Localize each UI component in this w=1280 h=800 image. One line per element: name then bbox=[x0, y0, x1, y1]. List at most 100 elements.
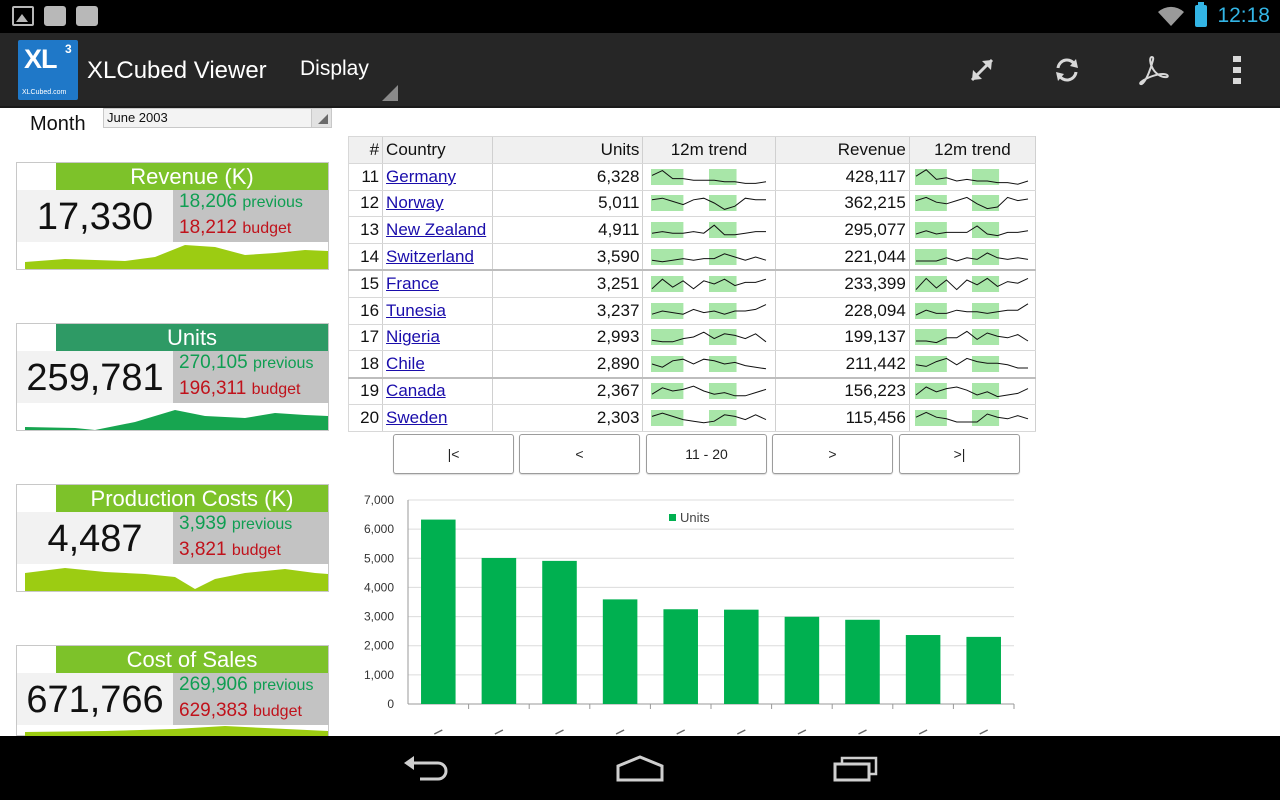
trend-band bbox=[651, 168, 684, 185]
row-units-trend bbox=[642, 297, 776, 325]
kpi-value: 17,330 bbox=[17, 190, 173, 242]
kpi-value: 671,766 bbox=[17, 673, 173, 725]
row-revenue-trend bbox=[908, 216, 1037, 245]
kpi-sparkline bbox=[25, 726, 328, 736]
row-units: 2,890 bbox=[492, 350, 643, 379]
bar bbox=[905, 635, 941, 704]
kpi-previous-value: 270,105 bbox=[179, 352, 248, 373]
x-tick-label-fragment bbox=[736, 729, 746, 735]
trend-band bbox=[915, 222, 948, 239]
table-row[interactable]: 18 Chile 2,890 211,442 bbox=[347, 350, 1037, 379]
last-page-button[interactable]: >| bbox=[899, 434, 1020, 474]
header-units[interactable]: Units bbox=[492, 136, 643, 164]
trend-band bbox=[709, 409, 737, 426]
row-rank: 12 bbox=[347, 190, 383, 218]
country-link[interactable]: Norway bbox=[386, 193, 444, 212]
kpi-comparison: 3,939 previous 3,821 budget bbox=[173, 512, 329, 564]
bar bbox=[724, 609, 759, 704]
kpi-sparkline bbox=[25, 245, 328, 269]
checkbox-notification-icon bbox=[44, 6, 66, 26]
trend-band bbox=[651, 302, 684, 319]
first-page-button[interactable]: |< bbox=[393, 434, 514, 474]
trend-band bbox=[651, 383, 684, 400]
row-revenue: 199,137 bbox=[774, 324, 910, 352]
y-tick-label: 6,000 bbox=[364, 522, 394, 536]
back-button[interactable] bbox=[394, 748, 454, 788]
expand-arrows-icon bbox=[970, 58, 994, 82]
table-row[interactable]: 12 Norway 5,011 362,215 bbox=[347, 190, 1037, 218]
table-row[interactable]: 19 Canada 2,367 156,223 bbox=[347, 376, 1037, 405]
kpi-previous-label: previous bbox=[242, 194, 303, 211]
previous-page-button[interactable]: < bbox=[519, 434, 640, 474]
table-row[interactable]: 15 France 3,251 233,399 bbox=[347, 269, 1037, 298]
next-page-button[interactable]: > bbox=[772, 434, 893, 474]
country-link[interactable]: Switzerland bbox=[386, 247, 474, 266]
row-units: 2,367 bbox=[492, 376, 643, 405]
trend-band bbox=[972, 356, 1000, 373]
home-button[interactable] bbox=[610, 748, 670, 788]
header-revenue[interactable]: Revenue bbox=[774, 136, 910, 164]
fullscreen-button[interactable] bbox=[960, 48, 1004, 92]
country-link[interactable]: Canada bbox=[386, 381, 446, 400]
bar bbox=[602, 599, 638, 704]
row-revenue: 211,442 bbox=[774, 350, 910, 379]
pdf-export-button[interactable] bbox=[1131, 48, 1175, 92]
table-row[interactable]: 11 Germany 6,328 428,117 bbox=[347, 163, 1037, 191]
kpi-comparison: 270,105 previous 196,311 budget bbox=[173, 351, 329, 403]
header-country[interactable]: Country bbox=[382, 136, 493, 164]
row-country-cell: Tunesia bbox=[382, 297, 493, 325]
row-revenue-trend bbox=[908, 163, 1037, 191]
bar bbox=[421, 519, 456, 704]
country-link[interactable]: Germany bbox=[386, 167, 456, 186]
trend-sparkline bbox=[651, 276, 767, 293]
back-icon bbox=[404, 756, 448, 781]
recent-apps-icon bbox=[833, 756, 878, 782]
trend-band bbox=[709, 383, 737, 400]
display-menu[interactable]: Display bbox=[300, 57, 398, 101]
pdf-icon bbox=[1139, 55, 1169, 86]
bar bbox=[481, 557, 517, 704]
x-tick-label-fragment bbox=[918, 729, 928, 735]
kpi-card-production-costs[interactable]: Production Costs (K) 4,487 3,939 previou… bbox=[16, 484, 329, 592]
trend-band bbox=[709, 329, 737, 346]
row-revenue: 362,215 bbox=[774, 190, 910, 218]
trend-sparkline bbox=[651, 168, 767, 185]
row-country-cell: Nigeria bbox=[382, 324, 493, 352]
kpi-card-units[interactable]: Units 259,781 270,105 previous 196,311 b… bbox=[16, 323, 329, 431]
kpi-card-revenue[interactable]: Revenue (K) 17,330 18,206 previous 18,21… bbox=[16, 162, 329, 270]
app-logo[interactable]: XL 3 XLCubed.com bbox=[18, 40, 78, 100]
kpi-budget-value: 3,821 bbox=[179, 539, 227, 560]
kpi-title: Revenue (K) bbox=[56, 163, 328, 190]
table-row[interactable]: 16 Tunesia 3,237 228,094 bbox=[347, 297, 1037, 325]
kpi-sparkline bbox=[25, 568, 328, 591]
country-link[interactable]: Nigeria bbox=[386, 327, 440, 346]
row-revenue-trend bbox=[908, 404, 1037, 432]
table-row[interactable]: 13 New Zealand 4,911 295,077 bbox=[347, 216, 1037, 245]
page-range-button[interactable]: 11 - 20 bbox=[646, 434, 767, 474]
country-link[interactable]: Tunesia bbox=[386, 301, 446, 320]
country-link[interactable]: Sweden bbox=[386, 408, 447, 427]
table-row[interactable]: 20 Sweden 2,303 115,456 bbox=[347, 404, 1037, 432]
kpi-card-cost-of-sales[interactable]: Cost of Sales 671,766 269,906 previous 6… bbox=[16, 645, 329, 736]
legend-swatch bbox=[669, 514, 676, 521]
trend-sparkline bbox=[915, 248, 1029, 265]
table-row[interactable]: 14 Switzerland 3,590 221,044 bbox=[347, 243, 1037, 271]
trend-band bbox=[651, 248, 684, 265]
kpi-title: Units bbox=[56, 324, 328, 351]
country-link[interactable]: New Zealand bbox=[386, 220, 486, 239]
country-link[interactable]: France bbox=[386, 274, 439, 293]
kpi-budget-label: budget bbox=[251, 381, 301, 398]
table-row[interactable]: 17 Nigeria 2,993 199,137 bbox=[347, 324, 1037, 352]
header-rank[interactable]: # bbox=[347, 136, 383, 164]
kpi-previous-label: previous bbox=[252, 355, 314, 372]
y-tick-label: 4,000 bbox=[364, 580, 394, 594]
recent-apps-button[interactable] bbox=[826, 748, 886, 788]
month-select[interactable]: June 2003 bbox=[103, 108, 332, 128]
bar bbox=[784, 616, 820, 704]
wifi-icon bbox=[1158, 6, 1185, 27]
country-link[interactable]: Chile bbox=[386, 354, 425, 373]
more-vertical-icon bbox=[1233, 56, 1241, 84]
row-units-trend bbox=[642, 216, 776, 245]
overflow-menu-button[interactable] bbox=[1215, 48, 1259, 92]
refresh-button[interactable] bbox=[1045, 48, 1089, 92]
